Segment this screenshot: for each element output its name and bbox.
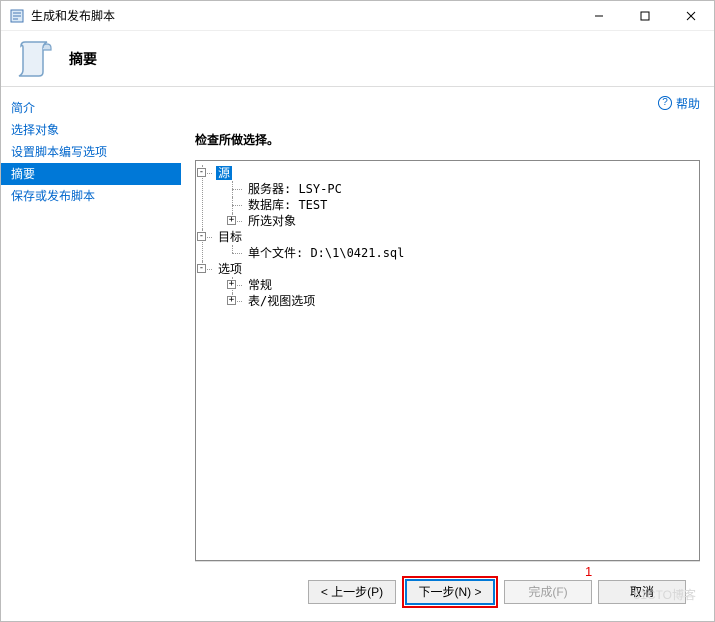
instruction-text: 检查所做选择。 [195,131,700,148]
collapse-icon[interactable]: - [197,264,206,273]
tree-label-general: 常规 [246,278,274,292]
minimize-button[interactable] [576,1,622,31]
expand-icon[interactable]: + [227,296,236,305]
window-controls [576,1,714,31]
titlebar: 生成和发布脚本 [1,1,714,31]
scroll-icon [13,38,55,80]
wizard-header: 摘要 [1,31,714,87]
tree-node-general[interactable]: + 常规 [232,277,695,293]
collapse-icon[interactable]: - [197,232,206,241]
summary-tree: - 源 服务器: LSY-PC 数据库: TEST + [200,165,695,309]
tree-label-selected-objects: 所选对象 [246,214,298,228]
tree-label-server: 服务器: LSY-PC [246,182,344,196]
wizard-steps-sidebar: 简介 选择对象 设置脚本编写选项 摘要 保存或发布脚本 [1,87,181,621]
app-icon [9,8,25,24]
expand-icon[interactable]: + [227,280,236,289]
sidebar-item-save-publish[interactable]: 保存或发布脚本 [1,185,181,207]
tree-node-table-view-options[interactable]: + 表/视图选项 [232,293,695,309]
tree-label-options: 选项 [216,262,244,276]
tree-label-database: 数据库: TEST [246,198,329,212]
annotation-1: 1 [585,564,592,579]
tree-label-source[interactable]: 源 [216,166,232,180]
help-label: 帮助 [676,95,700,112]
prev-button[interactable]: < 上一步(P) [308,580,396,604]
sidebar-item-choose-objects[interactable]: 选择对象 [1,119,181,141]
expand-icon[interactable]: + [227,216,236,225]
help-link[interactable]: ? 帮助 [658,95,700,112]
tree-node-server[interactable]: 服务器: LSY-PC [232,181,695,197]
sidebar-item-intro[interactable]: 简介 [1,97,181,119]
sidebar-item-set-scripting-options[interactable]: 设置脚本编写选项 [1,141,181,163]
content-pane: ? 帮助 检查所做选择。 - 源 服务器: LSY-PC [181,87,714,621]
help-row: ? 帮助 [195,93,700,113]
window-title: 生成和发布脚本 [31,7,576,24]
collapse-icon[interactable]: - [197,168,206,177]
watermark: 51CTO博客 [634,586,696,603]
tree-node-single-file[interactable]: 单个文件: D:\1\0421.sql [232,245,695,261]
tree-label-table-view: 表/视图选项 [246,294,317,308]
sidebar-item-summary[interactable]: 摘要 [1,163,181,185]
close-button[interactable] [668,1,714,31]
maximize-button[interactable] [622,1,668,31]
page-title: 摘要 [69,49,97,69]
tree-label-single-file: 单个文件: D:\1\0421.sql [246,246,406,260]
tree-node-source[interactable]: - 源 服务器: LSY-PC 数据库: TEST + [202,165,695,229]
tree-node-target[interactable]: - 目标 单个文件: D:\1\0421.sql [202,229,695,261]
summary-tree-pane[interactable]: - 源 服务器: LSY-PC 数据库: TEST + [195,160,700,561]
annotation-highlight: 下一步(N) > [402,576,498,608]
wizard-window: 生成和发布脚本 摘要 简介 选择对象 设置脚本编写选项 摘要 [0,0,715,622]
wizard-body: 简介 选择对象 设置脚本编写选项 摘要 保存或发布脚本 ? 帮助 检查所做选择。… [1,87,714,621]
tree-node-selected-objects[interactable]: + 所选对象 [232,213,695,229]
tree-node-options[interactable]: - 选项 + 常规 + 表/视图选项 [202,261,695,309]
tree-node-database[interactable]: 数据库: TEST [232,197,695,213]
next-button[interactable]: 下一步(N) > [406,580,494,604]
tree-label-target: 目标 [216,230,244,244]
finish-button: 完成(F) [504,580,592,604]
wizard-footer: 1 < 上一步(P) 下一步(N) > 完成(F) 取消 51CTO博客 [195,561,700,621]
help-icon: ? [658,96,672,110]
